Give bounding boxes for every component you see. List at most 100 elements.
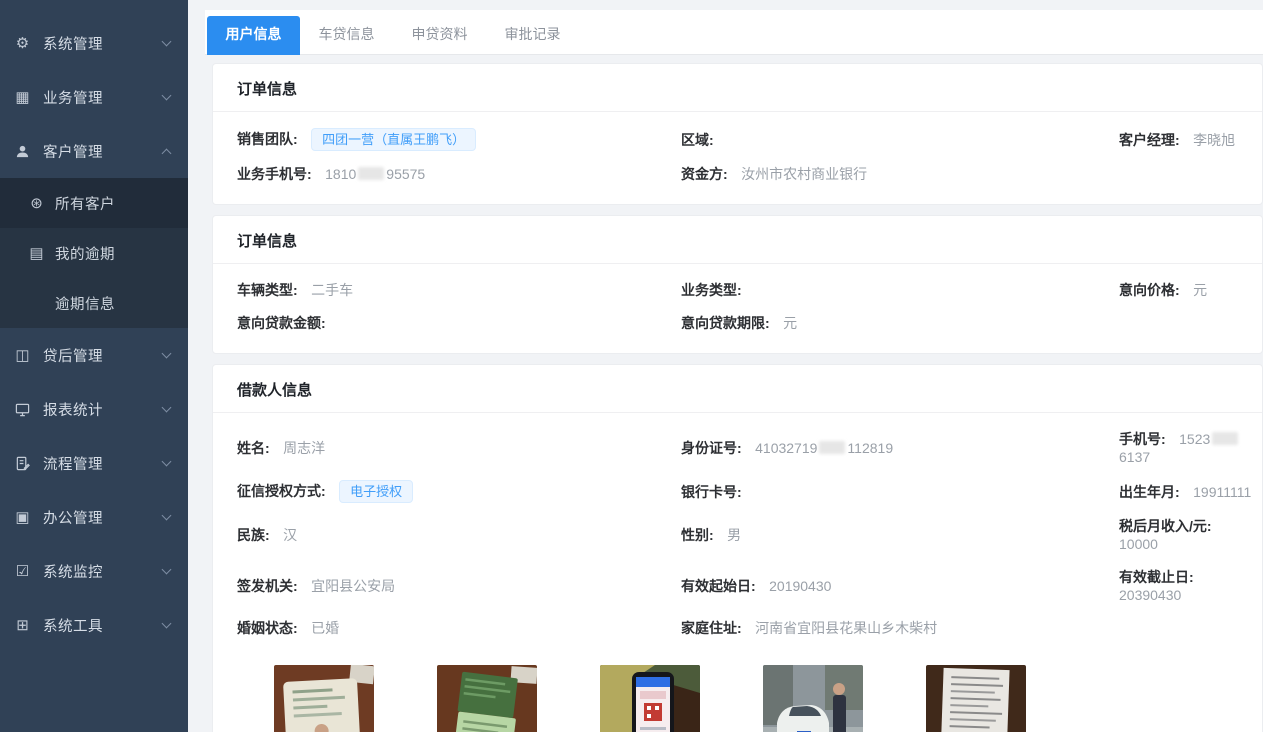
field-label: 出生年月:: [1119, 484, 1180, 500]
field-label: 婚姻状态:: [237, 620, 298, 636]
field-label: 性别:: [681, 527, 714, 543]
sidebar-item-postloan-mgmt[interactable]: ◫ 贷后管理: [0, 328, 188, 382]
sidebar-item-all-customers[interactable]: ⊛ 所有客户: [0, 178, 188, 228]
field-label: 手机号:: [1119, 431, 1166, 447]
field-label: 业务手机号:: [237, 166, 312, 182]
customer-mgmt-submenu: ⊛ 所有客户 ▤ 我的逾期 逾期信息: [0, 178, 188, 328]
field-label: 销售团队:: [237, 131, 298, 147]
field-label: 税后月收入/元:: [1119, 518, 1212, 534]
field-row: 签发机关: 宜阳县公安局 有效起始日: 20190430 有效截止日: 2039…: [237, 567, 1252, 605]
chevron-down-icon: [162, 511, 172, 521]
card-body: 销售团队: 四团一营（直属王鹏飞） 区域: 客户经理: 李晓旭 业务手机号: 1…: [213, 112, 1262, 204]
open-book-icon: ◫: [14, 346, 31, 364]
tab-user-info[interactable]: 用户信息: [207, 16, 300, 55]
credit-auth-tag[interactable]: 电子授权: [339, 480, 413, 503]
credit-auth-photo[interactable]: 征信授权: [600, 665, 700, 732]
field-label: 业务类型:: [681, 282, 742, 298]
field-label: 家庭住址:: [681, 620, 742, 636]
sidebar-item-label: 贷后管理: [43, 345, 163, 366]
tab-approval-records[interactable]: 审批记录: [486, 16, 579, 55]
field-birth: 出生年月: 19911111: [1119, 482, 1252, 502]
sidebar-item-customer-mgmt[interactable]: 客户管理: [0, 124, 188, 178]
field-value: 已婚: [311, 620, 339, 636]
field-id-number: 身份证号: 41032719112819: [681, 438, 1119, 458]
sidebar-item-system-tools[interactable]: ⊞ 系统工具: [0, 598, 188, 652]
field-value: 20390430: [1119, 587, 1181, 603]
field-row: 征信授权方式: 电子授权 银行卡号: 出生年月: 19911111: [237, 480, 1252, 503]
field-label: 意向贷款期限:: [681, 315, 770, 331]
card-title: 订单信息: [213, 64, 1262, 112]
field-label: 意向贷款金额:: [237, 315, 326, 331]
field-sales-team: 销售团队: 四团一营（直属王鹏飞）: [237, 128, 681, 151]
sidebar-item-my-overdue[interactable]: ▤ 我的逾期: [0, 228, 188, 278]
field-monthly-income: 税后月收入/元: 10000: [1119, 516, 1252, 554]
field-label: 征信授权方式:: [237, 483, 326, 499]
field-label: 资金方:: [681, 166, 728, 182]
field-row: 意向贷款金额: 意向贷款期限: 元: [237, 313, 1252, 333]
monitor-icon: [14, 402, 31, 417]
field-label: 银行卡号:: [681, 484, 742, 500]
id-card-photo[interactable]: 身份证: [274, 665, 374, 732]
field-mobile: 手机号: 15236137: [1119, 429, 1252, 467]
tab-loan-application-docs[interactable]: 申贷资料: [393, 16, 486, 55]
field-label: 区域:: [681, 132, 714, 148]
field-row: 婚姻状态: 已婚 家庭住址: 河南省宜阳县花果山乡木柴村: [237, 618, 1252, 638]
field-row: 销售团队: 四团一营（直属王鹏飞） 区域: 客户经理: 李晓旭: [237, 128, 1252, 151]
chevron-up-icon: [162, 148, 172, 158]
field-label: 有效截止日:: [1119, 569, 1194, 585]
sidebar-item-label: 所有客户: [55, 193, 170, 214]
field-intent-loan-amount: 意向贷款金额:: [237, 313, 681, 333]
field-value: 181095575: [325, 166, 425, 182]
borrower-info-card: 借款人信息 姓名: 周志洋 身份证号: 41032719112819 手机号: …: [212, 364, 1263, 732]
field-value: 元: [1193, 282, 1207, 298]
chevron-down-icon: [162, 37, 172, 47]
field-gender: 性别: 男: [681, 525, 1119, 545]
village-certificate-photo[interactable]: 村委证明: [926, 665, 1026, 732]
square-in-square-icon: ▣: [14, 508, 31, 526]
field-label: 有效起始日:: [681, 578, 756, 594]
field-value: 二手车: [311, 282, 353, 298]
sidebar-item-label: 系统管理: [43, 33, 163, 54]
field-value: 男: [727, 527, 741, 543]
field-marital-status: 婚姻状态: 已婚: [237, 618, 681, 638]
sidebar-item-label: 我的逾期: [55, 243, 170, 264]
sidebar-item-system-monitor[interactable]: ☑ 系统监控: [0, 544, 188, 598]
drivers-license-photo[interactable]: 驾驶证原件: [437, 665, 537, 732]
card-title: 订单信息: [213, 216, 1262, 264]
field-business-phone: 业务手机号: 181095575: [237, 164, 681, 184]
field-label: 姓名:: [237, 440, 270, 456]
field-label: 意向价格:: [1119, 282, 1180, 298]
sidebar-item-system-mgmt[interactable]: ⚙ 系统管理: [0, 16, 188, 70]
sidebar-item-label: 流程管理: [43, 453, 163, 474]
sidebar-item-business-mgmt[interactable]: ▦ 业务管理: [0, 70, 188, 124]
chevron-down-icon: [162, 91, 172, 101]
field-valid-to: 有效截止日: 20390430: [1119, 567, 1252, 605]
field-value: 20190430: [769, 578, 831, 594]
field-valid-from: 有效起始日: 20190430: [681, 576, 1119, 596]
order-info-card-2: 订单信息 车辆类型: 二手车 业务类型: 意向价格: 元 意向贷款金额:: [212, 215, 1263, 354]
grid-icon: ▦: [14, 88, 31, 106]
sidebar-item-process-mgmt[interactable]: 流程管理: [0, 436, 188, 490]
user-icon: [14, 144, 31, 159]
tab-car-loan-info[interactable]: 车贷信息: [300, 16, 393, 55]
field-intent-loan-term: 意向贷款期限: 元: [681, 313, 1119, 333]
field-value: 元: [783, 315, 797, 331]
redaction-blur: [1212, 432, 1238, 445]
sales-team-tag[interactable]: 四团一营（直属王鹏飞）: [311, 128, 476, 151]
chevron-down-icon: [162, 619, 172, 629]
field-label: 客户经理:: [1119, 132, 1180, 148]
field-value: 41032719112819: [755, 440, 893, 456]
sidebar-item-report-stats[interactable]: 报表统计: [0, 382, 188, 436]
car-owner-photo[interactable]: 合影: [763, 665, 863, 732]
field-label: 民族:: [237, 527, 270, 543]
field-business-type: 业务类型:: [681, 280, 1119, 300]
card-body: 姓名: 周志洋 身份证号: 41032719112819 手机号: 152361…: [213, 413, 1262, 732]
card-body: 车辆类型: 二手车 业务类型: 意向价格: 元 意向贷款金额:: [213, 264, 1262, 353]
field-value: 河南省宜阳县花果山乡木柴村: [755, 620, 937, 636]
field-funder: 资金方: 汝州市农村商业银行: [681, 164, 1119, 184]
sidebar-item-overdue-info[interactable]: 逾期信息: [0, 278, 188, 328]
field-name: 姓名: 周志洋: [237, 438, 681, 458]
field-value: 李晓旭: [1193, 132, 1235, 148]
field-vehicle-type: 车辆类型: 二手车: [237, 280, 681, 300]
sidebar-item-office-mgmt[interactable]: ▣ 办公管理: [0, 490, 188, 544]
